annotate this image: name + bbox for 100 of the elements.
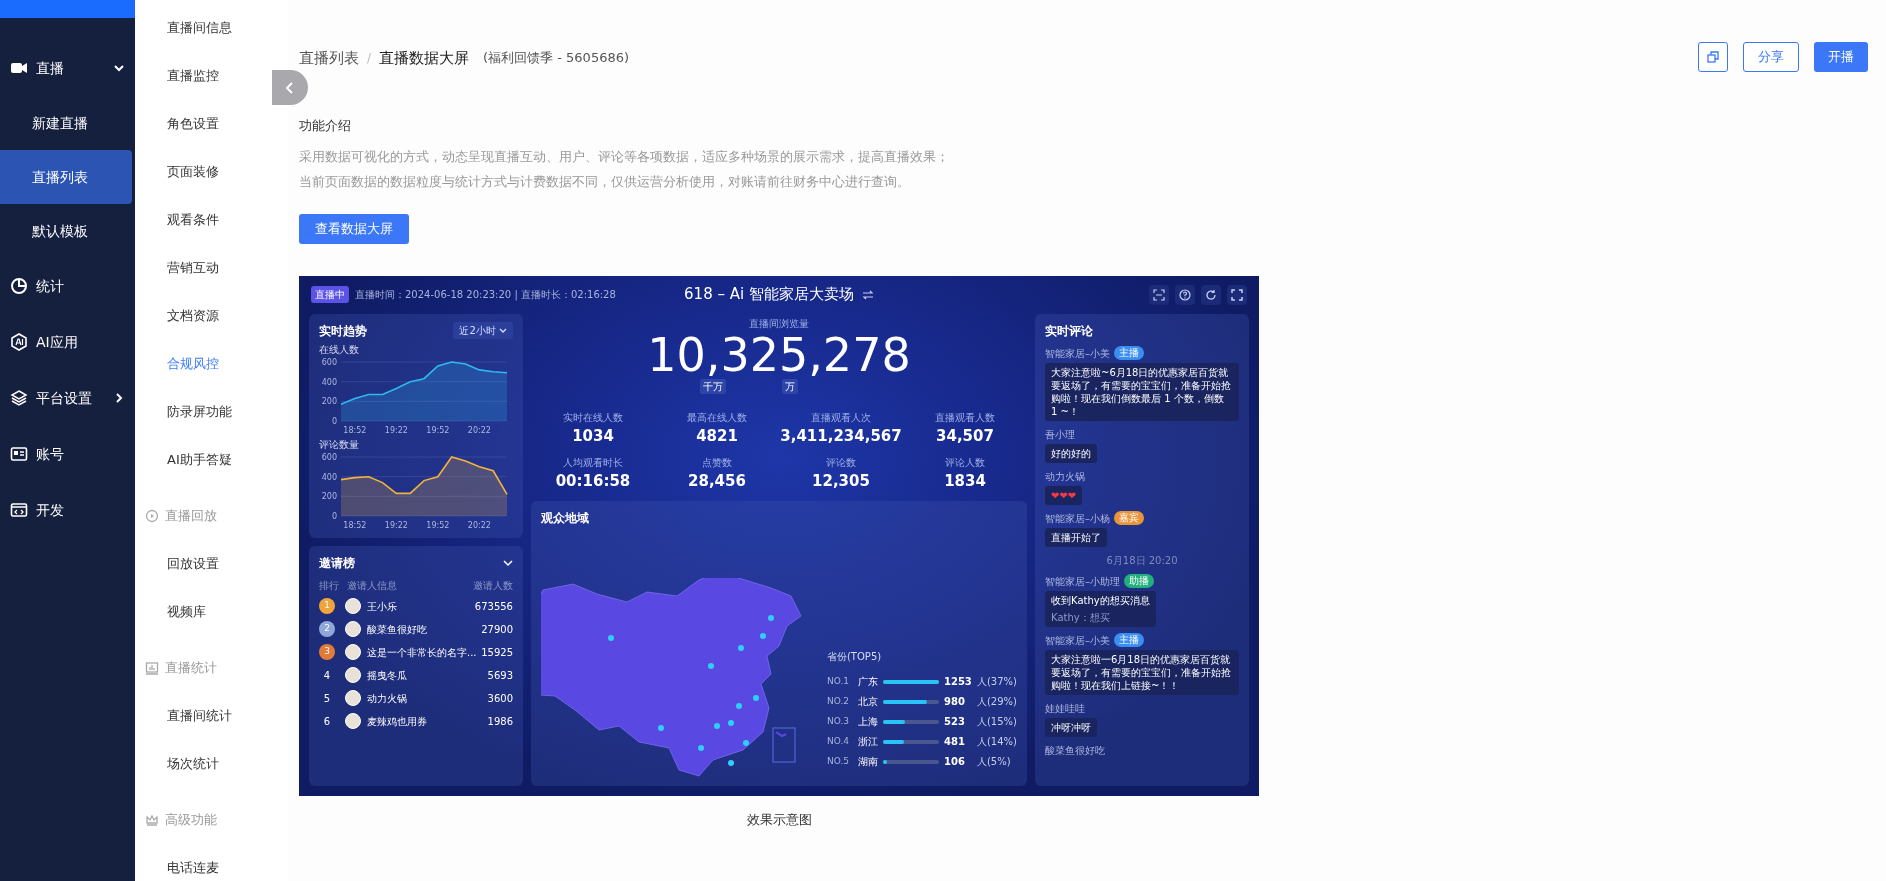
quoted-message: Kathy：想买 — [1051, 610, 1111, 624]
replay-icon — [145, 509, 159, 523]
rank-label: NO.1 — [826, 674, 850, 688]
code-window-icon — [10, 501, 28, 519]
unit-label: 千万 — [700, 378, 726, 394]
subnav-item[interactable]: 合规风控 — [167, 340, 219, 388]
avatar — [345, 667, 361, 683]
fullscreen-button[interactable] — [1227, 284, 1247, 305]
rank-label: NO.4 — [826, 734, 850, 748]
help-button[interactable] — [1175, 284, 1195, 305]
metric-label: 评论人数 — [944, 456, 986, 471]
viewer-count: 1253 — [943, 675, 972, 689]
layers-icon — [10, 389, 28, 407]
metric-label: 直播观看人次 — [810, 410, 872, 425]
subnav-item[interactable]: 直播间统计 — [167, 692, 232, 740]
subnav-item[interactable]: AI助手答疑 — [167, 436, 232, 484]
live-status-badge: 直播中 — [311, 286, 349, 303]
subnav-item[interactable]: 防录屏功能 — [167, 388, 232, 436]
comment-author: 智能家居–小美 — [1045, 346, 1110, 361]
sidebar-item[interactable]: AI应用 — [0, 314, 135, 370]
event-note: (福利回馈季 - 5605686) — [483, 49, 630, 68]
subnav-item[interactable]: 回放设置 — [167, 540, 219, 588]
inviter-name: 王小乐 — [367, 599, 397, 614]
inviter-name: 酸菜鱼很好吃 — [367, 622, 427, 637]
comment-author: 吾小理 — [1045, 427, 1075, 442]
axis-tick-label: 18:52 — [343, 425, 367, 435]
sidebar-item[interactable]: 开发 — [0, 482, 135, 538]
subnav-item[interactable]: 直播间信息 — [167, 4, 232, 52]
subnav-item[interactable]: 观看条件 — [167, 196, 219, 244]
column-header: 邀请人数 — [473, 578, 513, 593]
start-live-button[interactable]: 开播 — [1814, 42, 1868, 72]
axis-tick-label: 0 — [331, 511, 337, 521]
viewer-count: 523 — [943, 715, 966, 729]
sidebar-item[interactable]: 账号 — [0, 426, 135, 482]
copy-icon — [1707, 51, 1719, 63]
subnav-item[interactable]: 视频库 — [167, 588, 206, 636]
panel-title: 实时趋势 — [319, 322, 367, 340]
sidebar-item[interactable]: 直播 — [0, 40, 135, 96]
viewer-count: 106 — [943, 755, 966, 769]
subnav-item[interactable]: 直播监控 — [167, 52, 219, 100]
subnav-item[interactable]: 电话连麦 — [167, 844, 219, 881]
section-title: 功能介绍 — [299, 117, 352, 135]
inviter-name: 麦辣鸡也用券 — [367, 714, 427, 729]
inviter-name: 这是一个非常长的名字... — [367, 645, 477, 660]
chevron-left-icon — [285, 81, 295, 94]
sidebar-subitem[interactable]: 新建直播 — [0, 96, 135, 150]
metric-label: 实时在线人数 — [562, 410, 624, 425]
comment-text: 收到Kathy的想买消息 — [1051, 593, 1150, 607]
metric-value: 12,305 — [811, 471, 871, 493]
swap-icon — [861, 289, 874, 300]
axis-tick-label: 0 — [331, 416, 337, 426]
section-heading: 直播统计 — [165, 659, 217, 678]
chart-title: 在线人数 — [319, 342, 360, 357]
share-button[interactable]: 分享 — [1743, 42, 1799, 72]
rank-label: NO.3 — [826, 714, 850, 728]
rank-number: 6 — [322, 714, 332, 729]
column-header: 邀请人信息 — [347, 578, 397, 593]
breadcrumb-current: 直播数据大屏 — [379, 47, 470, 69]
hexagon-icon — [10, 333, 28, 351]
description-text: 当前页面数据的数据粒度与统计方式与计费数据不同，仅供运营分析使用，对账请前往财务中心进行查询。 — [299, 172, 911, 191]
subnav-item[interactable]: 场次统计 — [167, 740, 219, 788]
axis-tick-label: 600 — [321, 452, 337, 462]
sidebar-subitem[interactable]: 默认模板 — [0, 204, 135, 258]
metric-label: 直播观看人数 — [934, 410, 996, 425]
inviter-name: 摇曳冬瓜 — [367, 668, 407, 683]
scan-icon — [1153, 288, 1165, 301]
copy-button[interactable] — [1698, 42, 1728, 72]
avatar — [345, 644, 361, 660]
role-badge: 主播 — [1114, 633, 1144, 647]
subnav-item[interactable]: 营销互动 — [167, 244, 219, 292]
sidebar-item[interactable]: 平台设置 — [0, 370, 135, 426]
axis-tick-label: 200 — [321, 396, 337, 406]
viewer-count: 481 — [943, 735, 966, 749]
sidebar-item[interactable]: 统计 — [0, 258, 135, 314]
chevron-down-icon[interactable] — [503, 558, 513, 567]
axis-tick-label: 19:52 — [426, 520, 450, 530]
province-name: 浙江 — [857, 735, 878, 749]
scan-button[interactable] — [1149, 284, 1169, 305]
subnav-item[interactable]: 文档资源 — [167, 292, 219, 340]
panel-title: 实时评论 — [1045, 322, 1094, 340]
panel-title: 观众地域 — [541, 509, 590, 527]
rank-medal: 1 — [319, 598, 335, 614]
breadcrumb-link[interactable]: 直播列表 — [299, 46, 359, 70]
panel-title: 邀请榜 — [319, 554, 355, 572]
avatar — [345, 713, 361, 729]
comment-author: 智能家居–小美 — [1045, 633, 1110, 648]
time-range-dropdown[interactable]: 近2小时 — [453, 322, 513, 339]
id-card-icon — [10, 445, 28, 463]
timestamp: 6月18日 20:20 — [1105, 553, 1179, 568]
view-dashboard-button[interactable]: 查看数据大屏 — [299, 213, 409, 244]
help-icon — [1179, 288, 1191, 301]
top-list-title: 省份(TOP5) — [826, 649, 883, 664]
sidebar-subitem[interactable]: 直播列表 — [0, 150, 132, 204]
collapse-toggle[interactable] — [272, 70, 308, 105]
invite-count: 5693 — [487, 668, 513, 683]
subnav-item[interactable]: 页面装修 — [167, 148, 219, 196]
avatar — [345, 598, 361, 614]
subnav-item[interactable]: 角色设置 — [167, 100, 219, 148]
refresh-button[interactable] — [1201, 284, 1221, 305]
axis-tick-label: 200 — [321, 491, 337, 501]
